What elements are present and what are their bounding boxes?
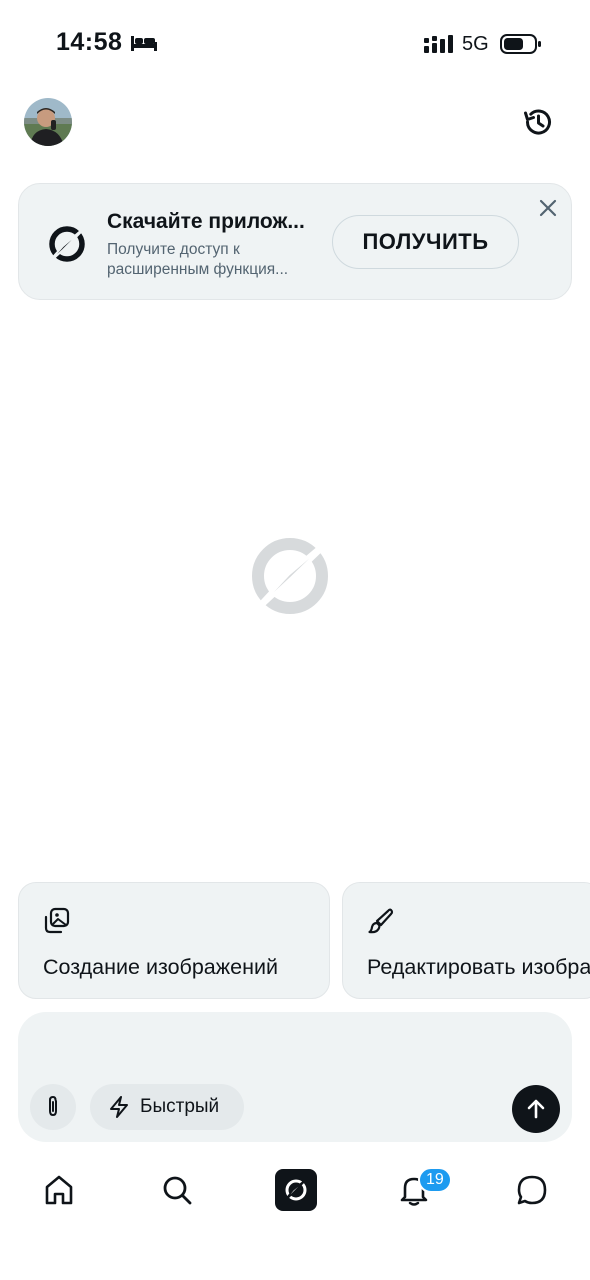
brush-icon bbox=[368, 908, 394, 934]
suggestion-card-create-images[interactable]: Создание изображений bbox=[18, 882, 330, 999]
notifications-badge: 19 bbox=[418, 1167, 452, 1193]
grok-logo-icon bbox=[42, 221, 92, 269]
nav-messages[interactable] bbox=[510, 1168, 554, 1212]
promo-subtitle: Получите доступ к расширенным функция... bbox=[107, 241, 289, 278]
history-button[interactable] bbox=[518, 102, 558, 142]
send-button[interactable] bbox=[512, 1085, 560, 1133]
mode-label: Быстрый bbox=[140, 1096, 220, 1117]
home-icon bbox=[45, 1175, 73, 1205]
signal-icon bbox=[424, 35, 453, 53]
image-stack-icon bbox=[44, 907, 70, 934]
search-icon bbox=[163, 1176, 192, 1205]
arrow-up-icon bbox=[527, 1099, 545, 1119]
avatar[interactable] bbox=[24, 98, 72, 146]
nav-home[interactable] bbox=[37, 1168, 81, 1212]
promo-banner: Скачайте прилож... Получите доступ к рас… bbox=[18, 183, 572, 300]
suggestion-label: Редактировать изображение bbox=[367, 955, 590, 979]
attach-button[interactable] bbox=[30, 1084, 76, 1130]
suggestion-card-edit-image[interactable]: Редактировать изображение bbox=[342, 882, 590, 999]
composer[interactable]: Быстрый bbox=[18, 1012, 572, 1142]
network-label: 5G bbox=[462, 33, 489, 55]
nav-search[interactable] bbox=[155, 1168, 199, 1212]
suggestion-label: Создание изображений bbox=[43, 955, 278, 979]
chat-icon bbox=[517, 1175, 547, 1205]
battery-icon bbox=[500, 34, 541, 54]
history-icon bbox=[524, 109, 551, 135]
status-time: 14:58 bbox=[56, 28, 123, 56]
promo-title: Скачайте прилож... bbox=[107, 210, 305, 233]
nav-grok[interactable] bbox=[274, 1168, 318, 1212]
grok-icon bbox=[281, 1175, 311, 1205]
avatar-image bbox=[24, 98, 72, 146]
sleep-icon bbox=[131, 36, 157, 51]
paperclip-icon bbox=[49, 1095, 57, 1117]
lightning-icon bbox=[110, 1096, 128, 1118]
get-app-button[interactable]: ПОЛУЧИТЬ bbox=[332, 215, 519, 269]
bottom-nav bbox=[0, 1160, 590, 1230]
mode-selector-button[interactable]: Быстрый bbox=[90, 1084, 244, 1130]
grok-watermark-icon bbox=[234, 516, 356, 632]
grok-tile bbox=[275, 1169, 317, 1211]
status-bar: 14:58 5G bbox=[0, 0, 590, 90]
promo-close-button[interactable] bbox=[537, 197, 559, 219]
close-icon bbox=[539, 199, 557, 217]
